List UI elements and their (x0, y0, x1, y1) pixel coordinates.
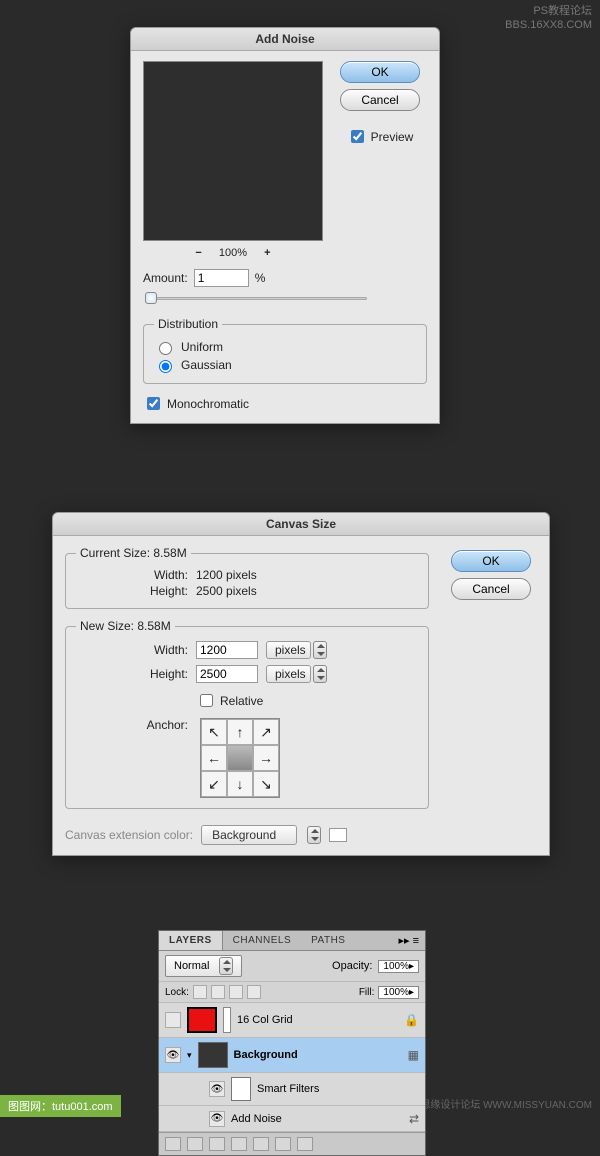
noise-preview[interactable] (143, 61, 323, 241)
extension-color-select[interactable]: Background (201, 825, 297, 845)
ok-button[interactable]: OK (340, 61, 420, 83)
watermark-top-right: PS教程论坛 BBS.16XX8.COM (505, 4, 592, 32)
width-unit-stepper[interactable] (313, 641, 327, 659)
adjustment-layer-icon[interactable] (231, 1137, 247, 1151)
new-layer-icon[interactable] (275, 1137, 291, 1151)
tab-layers[interactable]: LAYERS (159, 931, 223, 950)
layer-row[interactable]: 16 Col Grid 🔒 (159, 1003, 425, 1038)
zoom-controls: − 100% + (143, 247, 323, 259)
lock-position-icon[interactable] (229, 985, 243, 999)
watermark-bottom-left: 图图网：tutu001.com (0, 1095, 121, 1117)
tab-paths[interactable]: PATHS (301, 931, 355, 950)
current-height-value: 2500 pixels (196, 584, 257, 598)
lock-all-icon[interactable] (247, 985, 261, 999)
gaussian-radio[interactable]: Gaussian (154, 357, 416, 373)
fill-label: Fill: (359, 987, 375, 998)
height-unit-stepper[interactable] (313, 665, 327, 683)
visibility-toggle[interactable]: 👁 (209, 1081, 225, 1097)
lock-transparency-icon[interactable] (193, 985, 207, 999)
smart-filters-icon (231, 1077, 251, 1101)
amount-unit: % (255, 271, 266, 285)
monochromatic-checkbox[interactable]: Monochromatic (143, 394, 249, 413)
relative-checkbox[interactable]: Relative (196, 691, 263, 710)
extension-color-label: Canvas extension color: (65, 828, 193, 842)
cancel-button[interactable]: Cancel (340, 89, 420, 111)
current-width-value: 1200 pixels (196, 568, 257, 582)
lock-label: Lock: (165, 987, 189, 998)
smart-filters-row[interactable]: 👁 Smart Filters (159, 1073, 425, 1106)
opacity-label: Opacity: (332, 960, 372, 972)
panel-menu-icon[interactable]: ▸▸ ≡ (392, 931, 425, 950)
preview-checkbox[interactable]: Preview (347, 127, 414, 146)
zoom-out-button[interactable]: − (181, 247, 215, 259)
layer-thumbnail (198, 1042, 228, 1068)
width-unit-select[interactable]: pixels (266, 641, 311, 659)
lock-icon: 🔒 (404, 1013, 419, 1027)
ok-button[interactable]: OK (451, 550, 531, 572)
smart-object-icon: ▦ (408, 1048, 419, 1062)
anchor-grid[interactable]: ↖↑↗ ←→ ↙↓↘ (200, 718, 280, 798)
dialog-title: Add Noise (131, 28, 439, 51)
smart-filters-label: Smart Filters (257, 1083, 319, 1095)
distribution-group: Distribution Uniform Gaussian (143, 317, 427, 384)
new-width-input[interactable] (196, 641, 258, 659)
height-unit-select[interactable]: pixels (266, 665, 311, 683)
new-group-icon[interactable] (253, 1137, 269, 1151)
layer-row[interactable]: 👁 ▾ Background ▦ (159, 1038, 425, 1073)
layer-name: Background (234, 1049, 298, 1061)
opacity-input[interactable]: 100% ▸ (378, 960, 419, 973)
new-size-group: New Size: 8.58M Width: pixels Height: pi… (65, 619, 429, 809)
cancel-button[interactable]: Cancel (451, 578, 531, 600)
filter-options-icon[interactable]: ⇄ (409, 1112, 419, 1126)
visibility-toggle[interactable] (165, 1012, 181, 1028)
extension-color-swatch[interactable] (329, 828, 347, 842)
layer-thumbnail (187, 1007, 217, 1033)
mask-thumbnail (223, 1007, 231, 1033)
panel-footer (159, 1132, 425, 1155)
zoom-in-button[interactable]: + (250, 247, 284, 259)
layer-style-icon[interactable] (187, 1137, 203, 1151)
watermark-bottom-right: 思缘设计论坛 WWW.MISSYUAN.COM (420, 1096, 592, 1111)
extension-color-stepper[interactable] (307, 826, 321, 844)
amount-input[interactable] (194, 269, 249, 287)
amount-label: Amount: (143, 271, 188, 285)
layers-panel: LAYERS CHANNELS PATHS ▸▸ ≡ Normal Opacit… (158, 930, 426, 1156)
add-noise-dialog: Add Noise − 100% + OK Cancel Preview (130, 27, 440, 424)
fill-input[interactable]: 100% ▸ (378, 986, 419, 999)
filter-row[interactable]: 👁 Add Noise ⇄ (159, 1106, 425, 1132)
new-height-input[interactable] (196, 665, 258, 683)
canvas-size-dialog: Canvas Size Current Size: 8.58M Width:12… (52, 512, 550, 856)
layer-mask-icon[interactable] (209, 1137, 225, 1151)
link-layers-icon[interactable] (165, 1137, 181, 1151)
uniform-radio[interactable]: Uniform (154, 339, 416, 355)
filter-name: Add Noise (231, 1113, 282, 1125)
visibility-toggle[interactable]: 👁 (209, 1111, 225, 1127)
layer-name: 16 Col Grid (237, 1014, 293, 1026)
visibility-toggle[interactable]: 👁 (165, 1047, 181, 1063)
amount-slider[interactable] (143, 291, 373, 305)
zoom-value: 100% (219, 247, 247, 259)
lock-image-icon[interactable] (211, 985, 225, 999)
dialog-title: Canvas Size (53, 513, 549, 536)
delete-layer-icon[interactable] (297, 1137, 313, 1151)
blend-mode-select[interactable]: Normal (165, 955, 242, 977)
tab-channels[interactable]: CHANNELS (223, 931, 301, 950)
current-size-group: Current Size: 8.58M Width:1200 pixels He… (65, 546, 429, 609)
